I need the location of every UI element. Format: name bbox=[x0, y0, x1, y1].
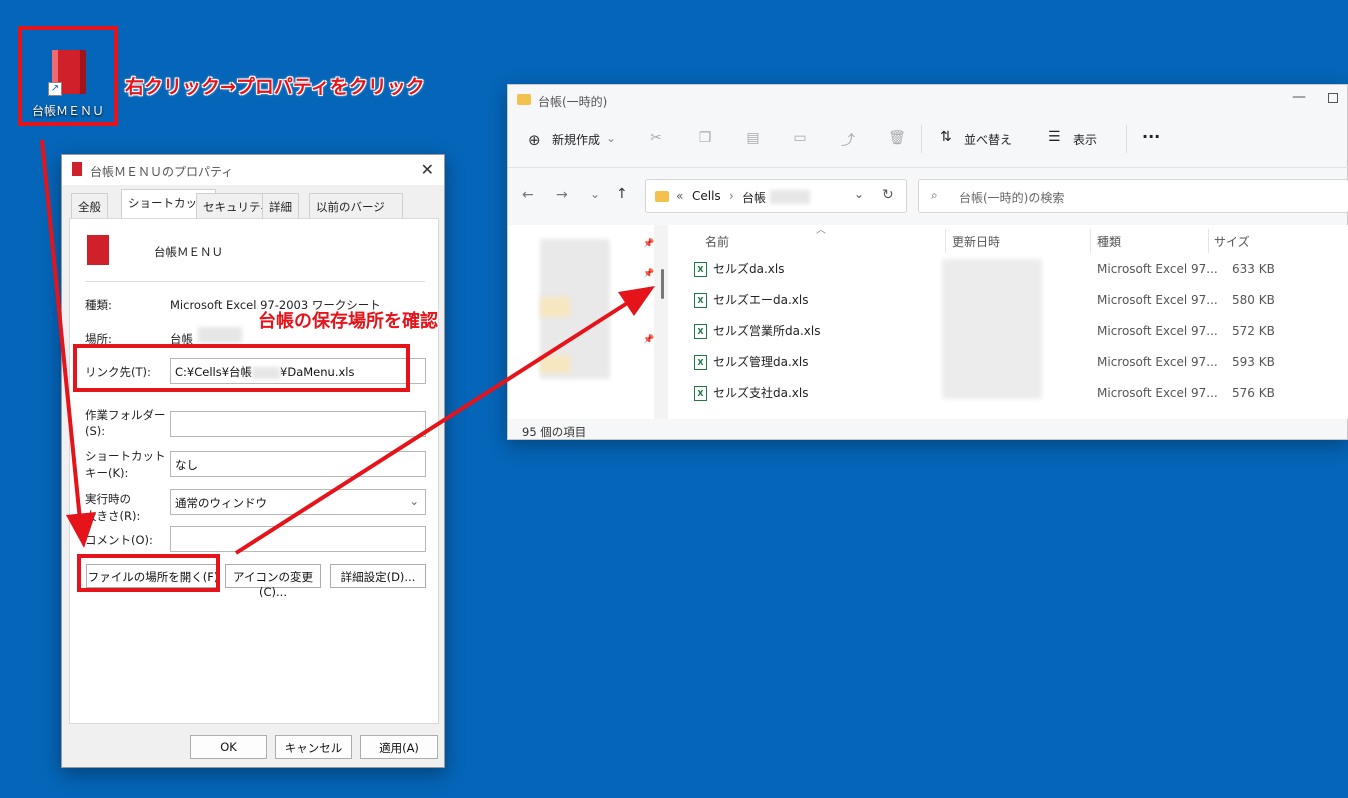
arrow-head bbox=[66, 512, 96, 548]
arrow-line bbox=[234, 298, 634, 555]
arrow-head bbox=[618, 286, 655, 316]
arrow-line bbox=[40, 139, 82, 521]
annotation-arrows bbox=[40, 139, 655, 555]
